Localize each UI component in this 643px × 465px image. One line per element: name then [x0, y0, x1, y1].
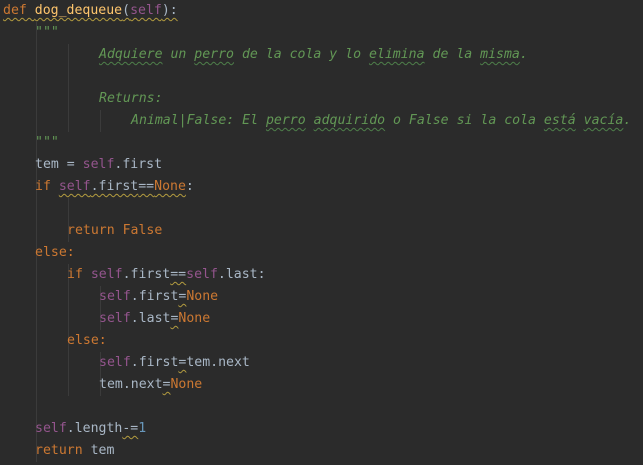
code-token: else: — [67, 333, 107, 348]
code-line[interactable]: Adquiere un perro de la cola y lo elimin… — [99, 44, 528, 66]
code-token: misma — [480, 47, 520, 62]
code-token: self — [99, 289, 131, 304]
code-line[interactable]: Animal|False: El perro adquirido o False… — [131, 110, 631, 132]
code-token: .first — [114, 157, 163, 172]
code-token: . — [623, 113, 632, 128]
code-line[interactable]: self.first=tem.next — [99, 352, 250, 374]
code-token: dog_dequeue — [34, 3, 123, 18]
code-token: ): — [161, 3, 178, 18]
code-token: return — [35, 443, 91, 458]
code-line[interactable]: if self.first==self.last: — [67, 264, 266, 286]
code-line[interactable]: else: — [35, 242, 75, 264]
code-token: None — [186, 289, 219, 304]
code-token: None — [154, 179, 186, 194]
code-line[interactable]: self.last=None — [99, 308, 210, 330]
code-token: perro — [194, 47, 234, 62]
code-token: self — [58, 179, 91, 194]
code-token: else: — [35, 245, 75, 260]
code-token: tem = — [35, 157, 83, 172]
code-token: """ — [35, 25, 59, 40]
code-token: Adquiere — [99, 47, 163, 62]
code-token: """ — [35, 135, 59, 150]
code-token: self — [35, 421, 67, 436]
code-token: None — [170, 377, 203, 392]
indent-guide — [68, 44, 69, 132]
code-line[interactable]: """ — [35, 22, 59, 44]
code-token: False — [122, 223, 163, 238]
code-token: o False si la cola — [385, 113, 544, 128]
code-token: if — [35, 179, 59, 194]
code-token: self — [99, 311, 131, 326]
code-token: -= — [122, 421, 139, 436]
code-line[interactable]: return tem — [35, 440, 114, 462]
code-token: : — [185, 179, 194, 194]
code-token: está — [543, 113, 576, 128]
code-token: self — [186, 267, 218, 282]
code-line[interactable]: else: — [67, 330, 107, 352]
code-token: Returns: — [99, 91, 163, 106]
code-token: .first — [122, 267, 171, 282]
code-line[interactable]: def dog_dequeue(self): — [3, 0, 178, 22]
indent-guide — [100, 110, 101, 132]
code-token: def — [3, 3, 35, 18]
code-token: .first — [130, 289, 179, 304]
code-token: self — [130, 3, 162, 18]
code-token: adquirido — [313, 113, 386, 128]
code-token: .first — [130, 355, 179, 370]
code-token: return — [67, 223, 123, 238]
code-editor[interactable]: def dog_dequeue(self): """ Adquiere un per… — [0, 0, 643, 465]
code-token: .first — [90, 179, 139, 194]
code-line[interactable]: """ — [35, 132, 59, 154]
code-token: if — [67, 267, 91, 282]
code-token: elimina — [368, 47, 425, 62]
code-token: == — [138, 179, 155, 194]
code-line[interactable]: return False — [67, 220, 162, 242]
code-line[interactable]: tem.next=None — [99, 374, 202, 396]
code-token: un — [162, 47, 195, 62]
code-line[interactable]: self.first=None — [99, 286, 218, 308]
code-line[interactable]: self.length-=1 — [35, 418, 146, 440]
code-token: ( — [122, 3, 131, 18]
code-token: .length — [66, 421, 123, 436]
code-token: self — [82, 157, 115, 172]
code-token: tem — [90, 443, 115, 458]
code-token: .last — [130, 311, 171, 326]
code-token: 1 — [138, 421, 147, 436]
code-token: vacía — [583, 113, 624, 128]
code-line[interactable]: if self.first==None: — [35, 176, 194, 198]
code-token: de la cola y lo — [234, 47, 369, 62]
code-token: . — [519, 47, 528, 62]
code-token: tem.next — [99, 377, 163, 392]
code-line[interactable]: Returns: — [99, 88, 163, 110]
code-token: perro — [265, 113, 306, 128]
code-token: Animal|False: El — [131, 113, 266, 128]
code-token: == — [170, 267, 187, 282]
code-token: self — [99, 355, 131, 370]
code-token: tem.next — [186, 355, 250, 370]
code-token: de la — [424, 47, 481, 62]
code-token: self — [90, 267, 123, 282]
code-token: None — [178, 311, 211, 326]
code-line[interactable]: tem = self.first — [35, 154, 162, 176]
code-token: .last: — [217, 267, 266, 282]
